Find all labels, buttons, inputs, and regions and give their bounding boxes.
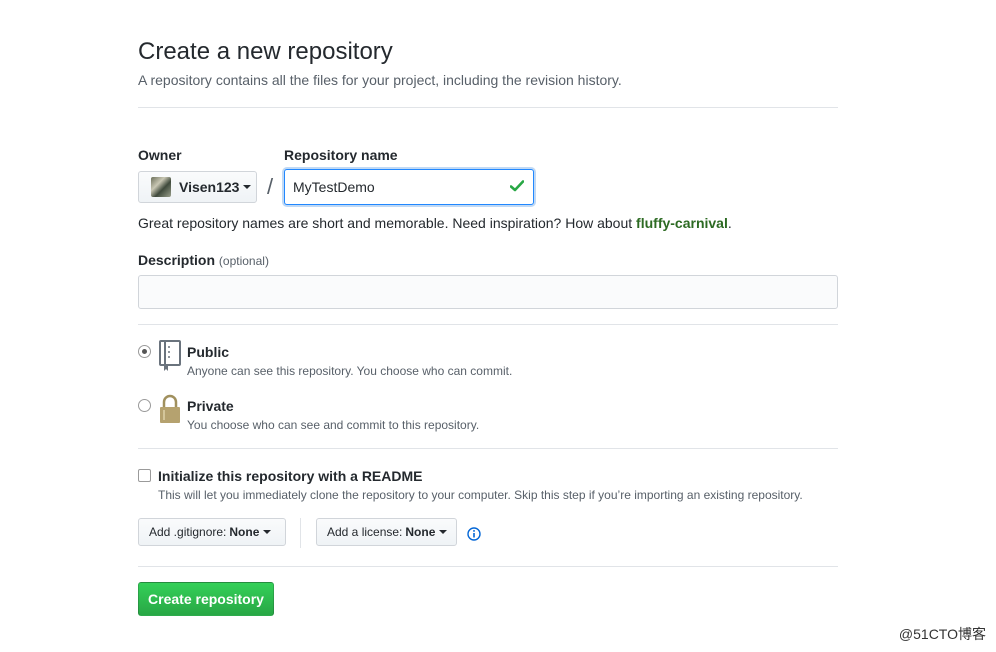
caret-down-icon xyxy=(243,185,252,189)
gitignore-value: None xyxy=(229,525,260,539)
public-radio[interactable] xyxy=(138,345,151,358)
public-note: Anyone can see this repository. You choo… xyxy=(187,364,513,378)
private-note: You choose who can see and commit to thi… xyxy=(187,418,480,432)
license-select-button[interactable]: Add a license: None xyxy=(316,518,457,546)
public-title: Public xyxy=(187,344,230,360)
private-radio[interactable] xyxy=(138,399,151,412)
repo-book-icon xyxy=(159,340,181,371)
hint-text: Great repository names are short and mem… xyxy=(138,215,637,231)
license-value: None xyxy=(405,525,436,539)
divider xyxy=(138,324,838,325)
lock-icon xyxy=(160,394,180,423)
hint-suffix: . xyxy=(727,215,732,231)
readme-checkbox[interactable] xyxy=(138,469,151,482)
create-repository-button[interactable]: Create repository xyxy=(138,582,274,616)
description-label-text: Description xyxy=(138,252,216,268)
private-title: Private xyxy=(187,398,234,414)
license-label: Add a license: xyxy=(327,525,403,539)
divider xyxy=(138,566,838,567)
divider xyxy=(138,448,838,449)
divider xyxy=(138,107,838,108)
optional-note: (optional) xyxy=(218,254,269,268)
owner-select-button[interactable]: Visen123 xyxy=(138,171,257,203)
owner-label: Owner xyxy=(138,147,182,163)
avatar xyxy=(151,177,171,197)
name-suggestion-link[interactable]: fluffy-carnival xyxy=(636,215,728,231)
page-subtitle: A repository contains all the files for … xyxy=(138,72,622,88)
repo-name-label: Repository name xyxy=(284,147,398,163)
page-title: Create a new repository xyxy=(138,38,393,65)
watermark: @51CTO博客 xyxy=(898,626,986,642)
name-hint: Great repository names are short and mem… xyxy=(138,214,732,232)
description-label: Description (optional) xyxy=(138,251,269,270)
caret-down-icon xyxy=(263,530,272,534)
dropdown-separator xyxy=(300,518,301,548)
owner-value: Visen123 xyxy=(179,179,240,195)
description-input[interactable] xyxy=(138,275,838,309)
gitignore-select-button[interactable]: Add .gitignore: None xyxy=(138,518,286,546)
check-icon xyxy=(510,180,524,192)
gitignore-label: Add .gitignore: xyxy=(149,525,227,539)
readme-label[interactable]: Initialize this repository with a README xyxy=(158,467,422,485)
owner-repo-separator: / xyxy=(267,174,274,199)
info-icon[interactable] xyxy=(467,527,481,541)
caret-down-icon xyxy=(439,530,448,534)
repo-name-input[interactable] xyxy=(284,169,534,205)
readme-note: This will let you immediately clone the … xyxy=(158,488,803,502)
